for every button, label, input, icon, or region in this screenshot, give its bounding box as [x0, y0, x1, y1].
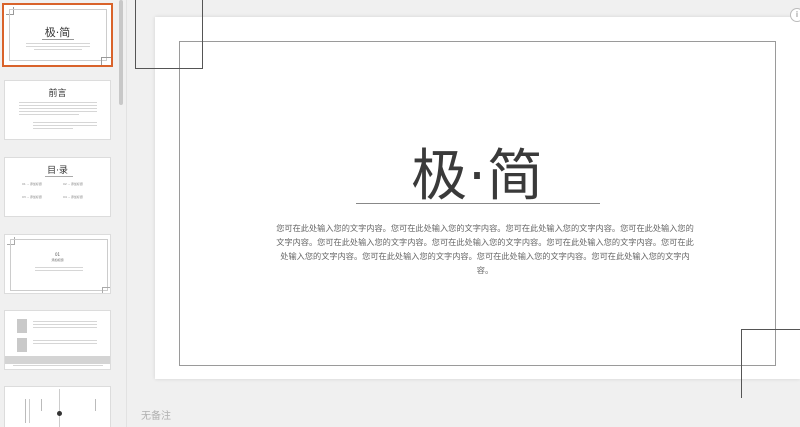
thumb-text-line	[26, 43, 90, 44]
thumb-text-line	[26, 46, 90, 47]
thumb-text-line	[34, 49, 82, 50]
thumb-text-line	[25, 399, 26, 423]
thumb-text-line	[19, 108, 97, 109]
thumb-text-line	[35, 267, 83, 268]
thumb-text-line	[13, 365, 103, 366]
slide-thumbnail-2[interactable]: 前言	[4, 80, 111, 140]
thumb-title: 目·录	[47, 166, 68, 176]
thumb-toc-item: 04 -- 添加标题	[63, 195, 83, 199]
thumb-title: 前言	[48, 89, 67, 99]
thumb-title: 极·简	[44, 26, 71, 39]
thumbnail-scrollbar[interactable]	[119, 0, 123, 105]
thumb-title-rule	[45, 176, 73, 177]
current-slide[interactable]: 极·简 您可在此处输入您的文字内容。您可在此处输入您的文字内容。您可在此处输入您…	[155, 17, 800, 379]
slide-thumbnail-4[interactable]: 01 添加标题	[4, 234, 111, 294]
slide-editing-canvas[interactable]: 极·简 您可在此处输入您的文字内容。您可在此处输入您的文字内容。您可在此处输入您…	[127, 0, 800, 427]
thumb-text-line	[33, 343, 97, 344]
thumb-text-line	[19, 105, 97, 106]
decorative-corner-top-left	[135, 0, 203, 69]
thumb-text-line	[95, 399, 96, 411]
thumb-text-line	[19, 102, 97, 103]
slide-thumbnail-6[interactable]	[4, 386, 111, 427]
thumb-toc-item: 02 -- 添加标题	[63, 182, 83, 186]
decorative-corner-bottom-right	[741, 329, 800, 398]
thumb-text-line	[33, 324, 97, 325]
thumb-frame	[10, 239, 108, 291]
thumb-toc-item: 01 -- 添加标题	[22, 182, 42, 186]
slide-thumbnail-1[interactable]: 极·简	[2, 3, 113, 67]
slide-title[interactable]: 极·简	[155, 145, 800, 209]
info-icon[interactable]: i	[790, 8, 800, 22]
slide-thumbnail-3[interactable]: 目·录 01 -- 添加标题 02 -- 添加标题 03 -- 添加标题 04 …	[4, 157, 111, 217]
thumb-text-line	[35, 270, 83, 271]
thumb-text-line	[19, 114, 79, 115]
thumb-section-number: 01	[54, 252, 61, 257]
title-underline	[356, 203, 600, 204]
notes-placeholder[interactable]: 无备注	[141, 407, 171, 422]
thumb-toc-item: 03 -- 添加标题	[22, 195, 42, 199]
thumb-section-subtitle: 添加标题	[51, 258, 64, 262]
thumb-text-line	[33, 125, 97, 126]
thumb-title-rule	[42, 39, 74, 40]
thumb-text-line	[33, 340, 97, 341]
slide-thumbnail-panel[interactable]: 极·简 前言 目·录 01 -- 添加标题 02 -- 添加标题 03 -- 添…	[0, 0, 127, 427]
thumb-text-line	[33, 128, 73, 129]
thumb-timeline	[59, 389, 60, 427]
thumb-corner-br	[102, 287, 110, 293]
thumb-text-line	[33, 321, 97, 322]
thumb-text-line	[33, 122, 97, 123]
thumb-band	[5, 356, 110, 364]
thumb-image-block	[17, 319, 27, 333]
slide-body-text[interactable]: 您可在此处输入您的文字内容。您可在此处输入您的文字内容。您可在此处输入您的文字内…	[275, 221, 695, 277]
thumb-text-line	[29, 399, 30, 423]
slide-thumbnail-5[interactable]	[4, 310, 111, 370]
thumb-text-line	[19, 111, 97, 112]
thumb-text-line	[33, 327, 97, 328]
thumb-timeline-dot	[57, 411, 62, 416]
thumb-text-line	[41, 399, 42, 411]
thumb-corner-br	[101, 57, 111, 65]
thumb-image-block	[17, 338, 27, 352]
